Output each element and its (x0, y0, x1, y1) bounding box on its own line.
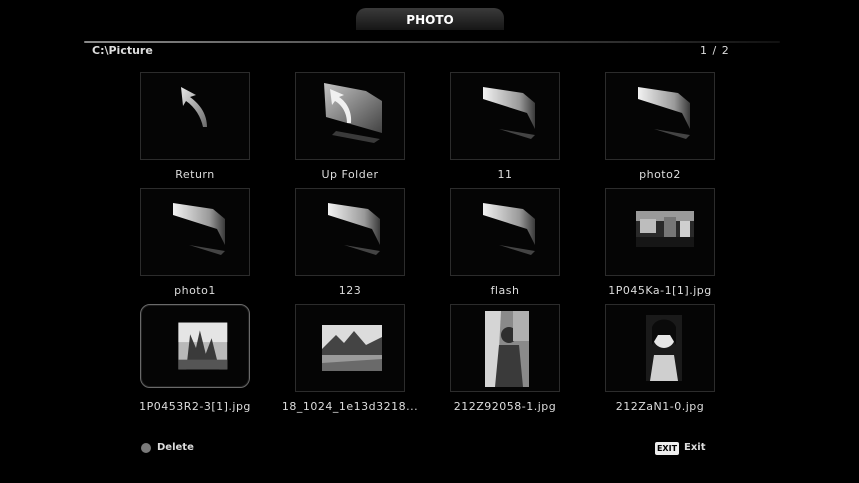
return-arrow-icon (181, 87, 207, 127)
thumbnail (295, 188, 405, 276)
item-label: 123 (338, 284, 362, 297)
item-label: 11 (497, 168, 513, 181)
grid-item-folder-photo1[interactable]: photo1 (130, 188, 280, 302)
item-label: 212ZaN1-0.jpg (615, 400, 705, 413)
selection-highlight (140, 304, 250, 388)
folder-icon (173, 203, 225, 255)
exit-hint[interactable]: Exit (684, 442, 706, 453)
image-thumbnail (322, 325, 382, 371)
item-label: 1P045Ka-1[1].jpg (608, 284, 712, 297)
item-label: 212Z92058-1.jpg (453, 400, 557, 413)
grid-item-up-folder[interactable]: Up Folder (285, 72, 435, 186)
thumbnail (450, 304, 560, 392)
page-indicator: 1 / 2 (700, 44, 730, 57)
thumbnail (605, 304, 715, 392)
path-divider (84, 41, 780, 43)
item-label: Up Folder (321, 168, 379, 181)
thumbnail (295, 72, 405, 160)
thumbnail (140, 72, 250, 160)
thumbnail (605, 72, 715, 160)
up-folder-icon (324, 83, 382, 143)
delete-hint[interactable]: Delete (157, 442, 194, 453)
current-path: C:\Picture (92, 44, 153, 57)
image-thumbnail (485, 311, 529, 387)
page-title: PHOTO (356, 8, 504, 30)
grid-item-image-212zan1[interactable]: 212ZaN1-0.jpg (595, 304, 745, 418)
folder-icon (483, 203, 535, 255)
grid-item-return[interactable]: Return (130, 72, 280, 186)
folder-icon (328, 203, 380, 255)
item-label: 1P0453R2-3[1].jpg (139, 400, 251, 413)
thumbnail (450, 72, 560, 160)
item-label: photo2 (639, 168, 681, 181)
grid-item-folder-123[interactable]: 123 (285, 188, 435, 302)
grid-item-folder-flash[interactable]: flash (440, 188, 590, 302)
image-thumbnail (178, 322, 228, 370)
item-label: Return (175, 168, 215, 181)
grid-item-image-18-1024[interactable]: 18_1024_1e13d3218... (282, 304, 435, 418)
thumbnail (605, 188, 715, 276)
thumbnail (295, 304, 405, 392)
folder-icon (483, 87, 535, 139)
path-bar (84, 41, 780, 55)
exit-key-icon: EXIT (655, 442, 679, 455)
item-label: 18_1024_1e13d3218... (281, 400, 419, 413)
red-button-icon (141, 443, 151, 453)
item-label: photo1 (174, 284, 216, 297)
image-thumbnail (636, 211, 694, 247)
thumbnail (450, 188, 560, 276)
grid-item-folder-photo2[interactable]: photo2 (595, 72, 745, 186)
grid-item-image-212z92058[interactable]: 212Z92058-1.jpg (440, 304, 590, 418)
image-thumbnail (646, 315, 682, 381)
grid-item-folder-11[interactable]: 11 (440, 72, 590, 186)
file-grid: Return Up Folder 11 photo2 photo1 123 fl… (130, 72, 720, 413)
grid-item-image-1p0453r2[interactable]: 1P0453R2-3[1].jpg (130, 304, 280, 418)
thumbnail (140, 188, 250, 276)
grid-item-image-1p045ka[interactable]: 1P045Ka-1[1].jpg (595, 188, 745, 302)
folder-icon (638, 87, 690, 139)
photo-browser-screen: PHOTO C:\Picture 1 / 2 Return Up Folder … (0, 0, 859, 483)
item-label: flash (490, 284, 520, 297)
